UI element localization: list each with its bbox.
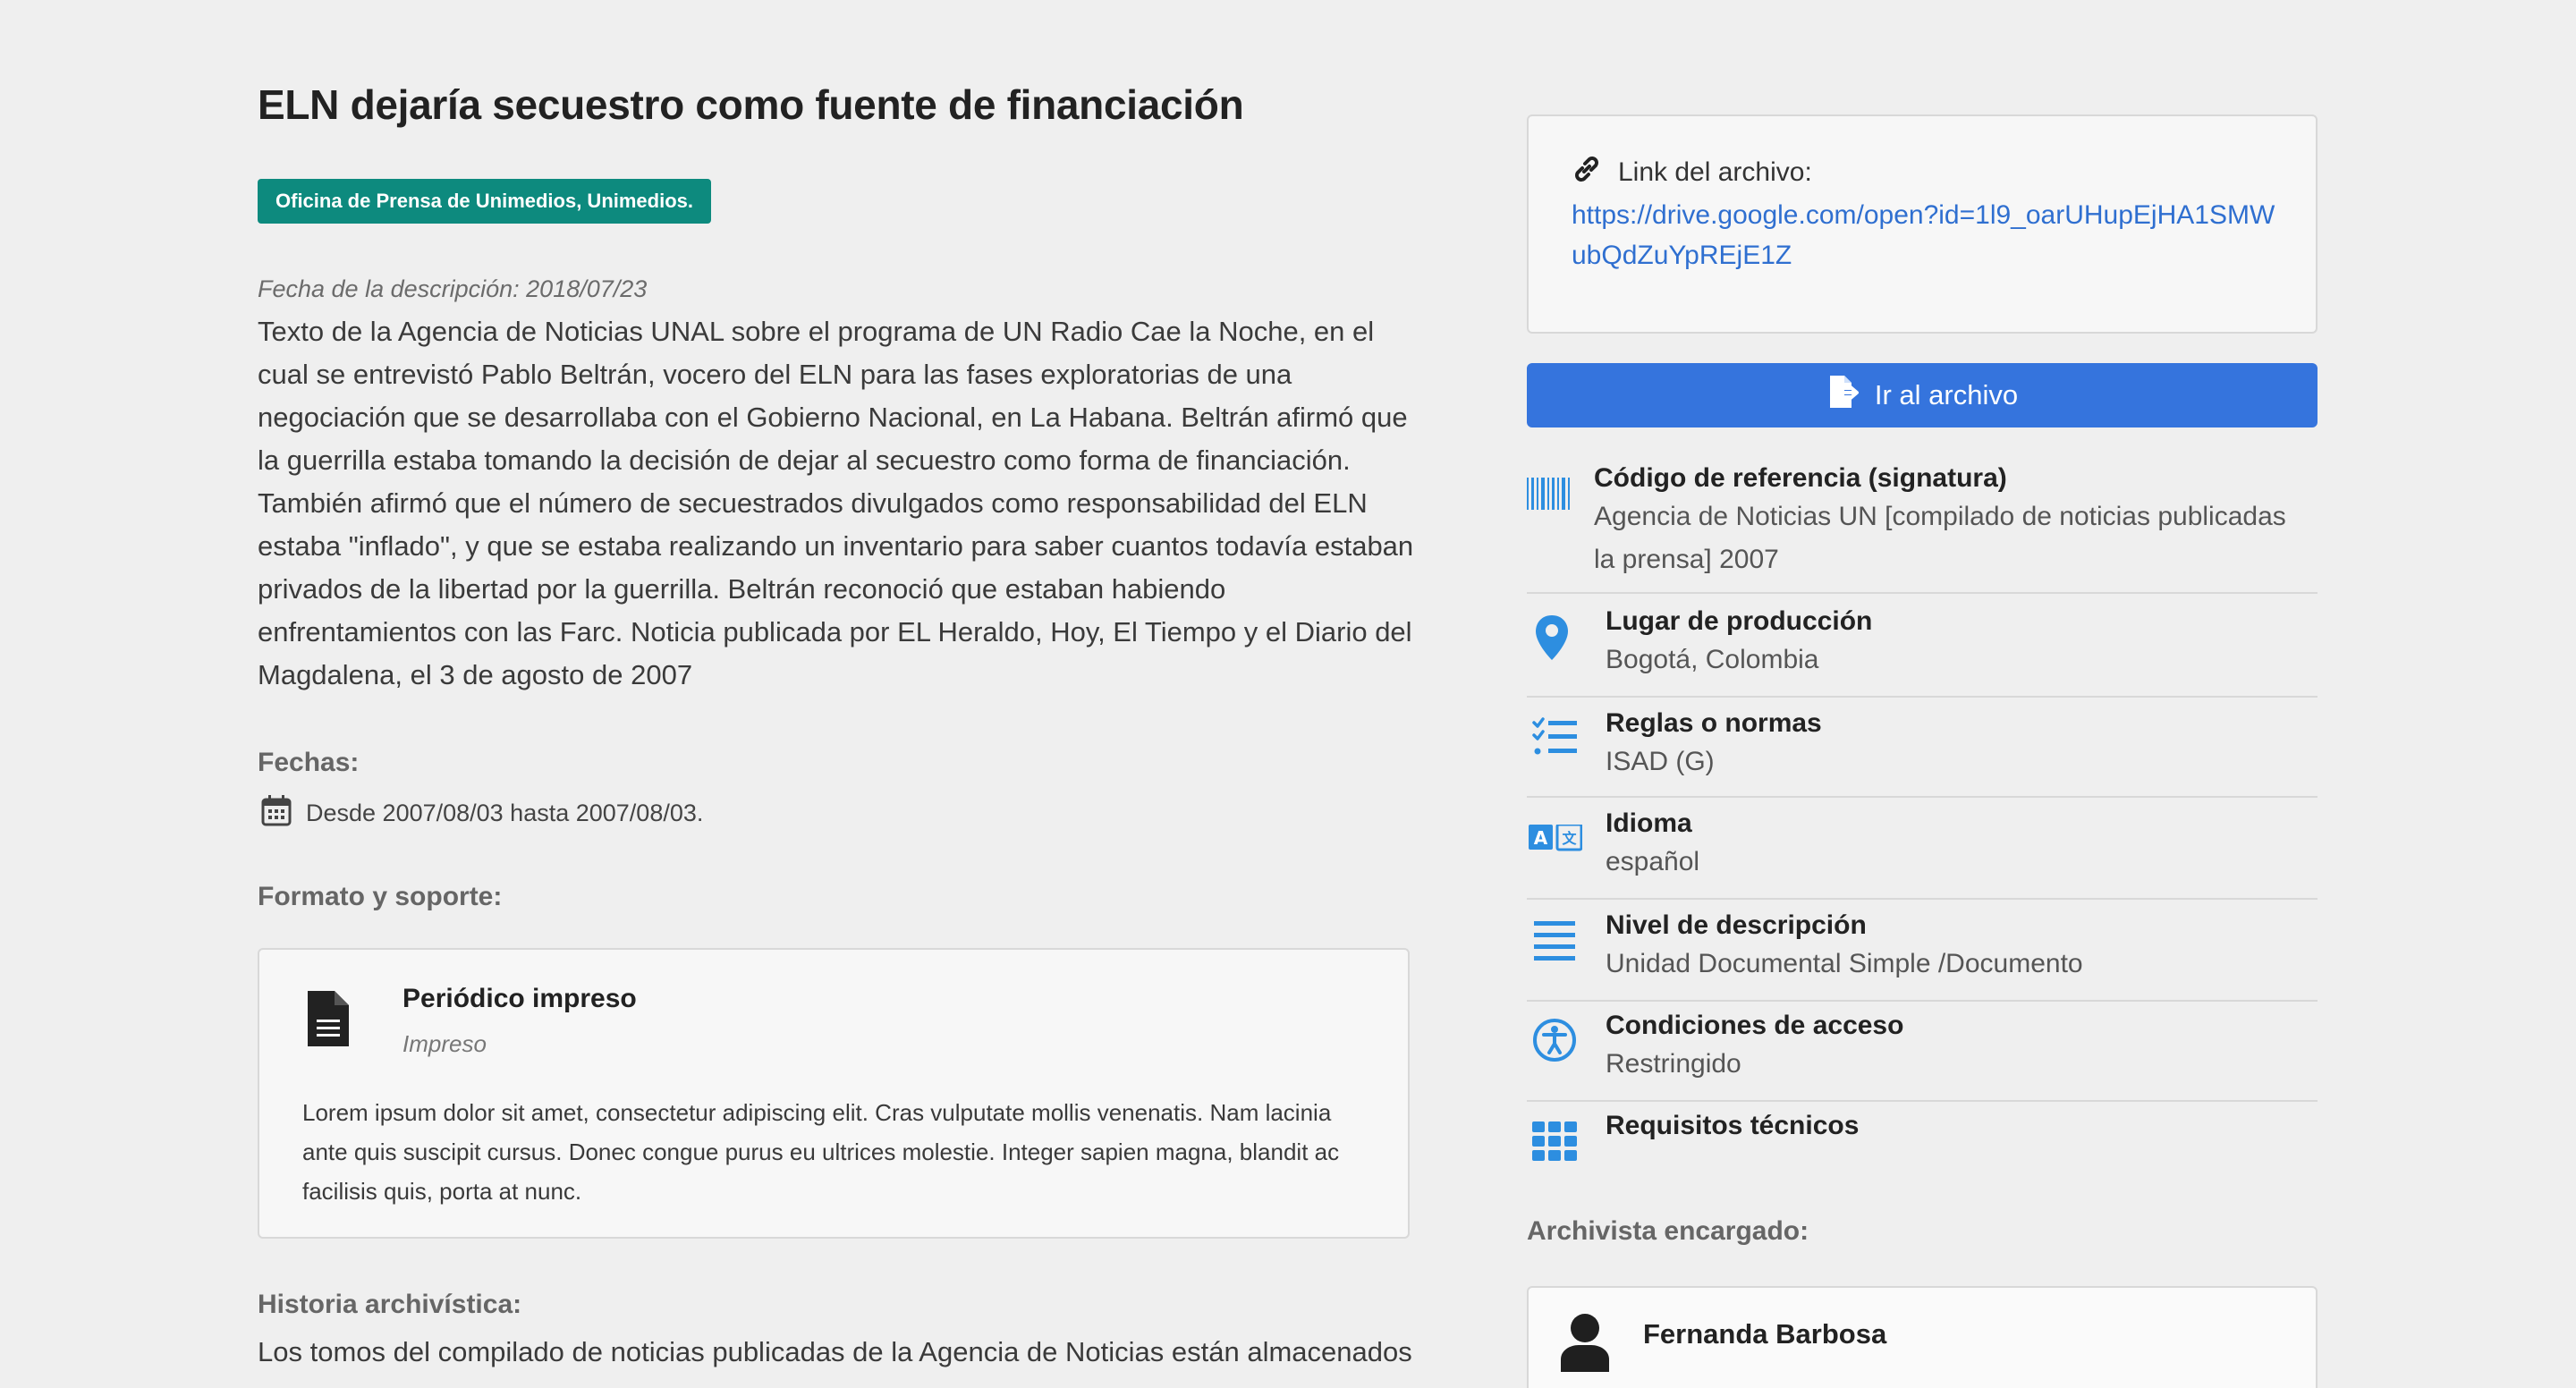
translate-icon: A 文	[1529, 823, 1583, 856]
meta-item-access-conditions: Condiciones de acceso Restringido	[1527, 1002, 2318, 1102]
format-title: Periódico impreso	[402, 984, 637, 1013]
lines-icon	[1534, 921, 1575, 965]
page: ELN dejaría secuestro como fuente de fin…	[0, 0, 2576, 1388]
meta-item-technical-requirements: Requisitos técnicos	[1527, 1102, 2318, 1173]
file-export-icon	[1826, 374, 1862, 417]
file-link-url[interactable]: https://drive.google.com/open?id=1l9_oar…	[1572, 195, 2287, 275]
format-card: Periódico impreso Impreso Lorem ipsum do…	[258, 948, 1410, 1239]
dates-range: Desde 2007/08/03 hasta 2007/08/03.	[306, 800, 704, 826]
meta-item-rules: Reglas o normas ISAD (G)	[1527, 698, 2318, 798]
accessibility-icon	[1532, 1018, 1577, 1067]
meta-value: Bogotá, Colombia	[1606, 645, 1819, 674]
grid-icon	[1532, 1121, 1577, 1165]
meta-item-reference-code: Código de referencia (signatura) Agencia…	[1527, 460, 2318, 594]
history-label: Historia archivística:	[258, 1290, 522, 1319]
svg-text:文: 文	[1562, 830, 1577, 847]
meta-label: Reglas o normas	[1606, 708, 1822, 738]
location-pin-icon	[1534, 614, 1570, 666]
meta-value: español	[1606, 847, 1700, 876]
dates-row: Desde 2007/08/03 hasta 2007/08/03.	[261, 794, 703, 833]
page-title: ELN dejaría secuestro como fuente de fin…	[258, 81, 1244, 128]
meta-label: Condiciones de acceso	[1606, 1011, 1904, 1040]
archivist-label: Archivista encargado:	[1527, 1216, 1809, 1246]
file-link-card: Link del archivo: https://drive.google.c…	[1527, 114, 2318, 334]
description-date: Fecha de la descripción: 2018/07/23	[258, 275, 648, 302]
link-icon	[1572, 154, 1602, 191]
meta-label: Nivel de descripción	[1606, 910, 1867, 940]
archivist-name: Fernanda Barbosa	[1643, 1318, 1887, 1350]
source-badge: Oficina de Prensa de Unimedios, Unimedio…	[258, 179, 712, 224]
archivist-card: Fernanda Barbosa	[1527, 1286, 2318, 1388]
meta-item-production-place: Lugar de producción Bogotá, Colombia	[1527, 596, 2318, 698]
document-icon	[306, 989, 351, 1053]
user-icon	[1559, 1313, 1611, 1376]
meta-item-description-level: Nivel de descripción Unidad Documental S…	[1527, 900, 2318, 1002]
history-text: Los tomos del compilado de noticias publ…	[258, 1336, 1412, 1367]
barcode-icon	[1527, 478, 1572, 514]
file-link-label: Link del archivo:	[1618, 157, 1812, 187]
meta-label: Requisitos técnicos	[1606, 1111, 1860, 1140]
go-to-file-label: Ir al archivo	[1874, 379, 2019, 410]
format-subtitle: Impreso	[402, 1030, 487, 1057]
svg-text:A: A	[1534, 827, 1548, 849]
format-label: Formato y soporte:	[258, 882, 503, 911]
meta-label: Idioma	[1606, 808, 1692, 838]
file-link-header: Link del archivo:	[1572, 154, 1812, 191]
meta-item-language: A 文 Idioma español	[1527, 798, 2318, 900]
meta-label: Lugar de producción	[1606, 606, 1873, 636]
meta-value: ISAD (G)	[1606, 747, 1715, 776]
meta-value: Unidad Documental Simple /Documento	[1606, 949, 2083, 978]
description-text: Texto de la Agencia de Noticias UNAL sob…	[258, 316, 1414, 690]
checklist-icon	[1532, 717, 1579, 761]
calendar-icon	[261, 794, 292, 833]
meta-value: Agencia de Noticias UN [compilado de not…	[1594, 502, 2286, 574]
meta-value: Restringido	[1606, 1049, 1741, 1079]
format-description: Lorem ipsum dolor sit amet, consectetur …	[302, 1099, 1340, 1205]
dates-label: Fechas:	[258, 748, 360, 777]
meta-label: Código de referencia (signatura)	[1594, 463, 2007, 493]
go-to-file-button[interactable]: Ir al archivo	[1527, 363, 2318, 427]
